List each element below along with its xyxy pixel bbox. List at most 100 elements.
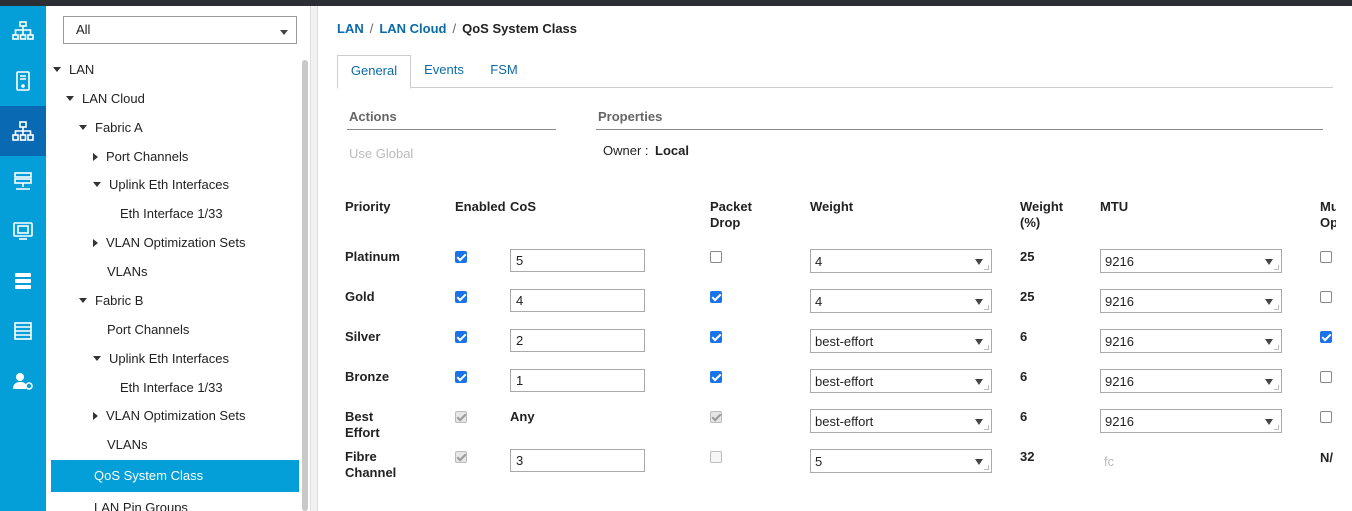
packet-drop-checkbox[interactable] xyxy=(710,371,722,383)
tree-item-fabric-a[interactable]: Fabric A xyxy=(79,118,143,138)
packet-drop-checkbox[interactable] xyxy=(710,251,722,263)
nav-scrollbar[interactable] xyxy=(302,60,308,511)
row-priority: Best Effort xyxy=(345,409,380,440)
tree-item-lan-cloud[interactable]: LAN Cloud xyxy=(66,89,145,109)
enabled-checkbox[interactable] xyxy=(455,291,467,303)
weight-select[interactable]: 5 xyxy=(810,449,992,473)
tree-item-qos-system-class[interactable]: QoS System Class xyxy=(51,460,299,492)
mtu-select[interactable]: 9216 xyxy=(1100,289,1282,313)
equipment-icon[interactable] xyxy=(0,6,46,56)
cos-input[interactable] xyxy=(510,249,645,272)
multicast-checkbox[interactable] xyxy=(1320,251,1332,263)
weight-value: best-effort xyxy=(815,414,874,429)
mtu-select[interactable]: 9216 xyxy=(1100,369,1282,393)
chevron-down-icon xyxy=(280,30,288,35)
multicast-checkbox[interactable] xyxy=(1320,331,1332,343)
mtu-select[interactable]: 9216 xyxy=(1100,409,1282,433)
enabled-checkbox[interactable] xyxy=(455,251,467,263)
tree-item-label: VLANs xyxy=(107,437,148,452)
tree-item-vlan-opt-b[interactable]: VLAN Optimization Sets xyxy=(93,406,245,426)
tab-general[interactable]: General xyxy=(337,55,411,89)
tree-item-uplink-eth-b[interactable]: Uplink Eth Interfaces xyxy=(93,349,229,369)
admin-icon[interactable] xyxy=(0,356,46,406)
collapse-arrow-icon[interactable] xyxy=(93,153,98,161)
tree-item-vlans-a[interactable]: VLANs xyxy=(107,262,147,282)
panel-splitter[interactable] xyxy=(310,6,318,511)
cos-input[interactable] xyxy=(510,449,645,472)
weight-value: 4 xyxy=(815,294,823,309)
servers-icon[interactable] xyxy=(0,56,46,106)
breadcrumb-current: QoS System Class xyxy=(462,21,578,36)
enabled-checkbox[interactable] xyxy=(455,331,467,343)
tree-item-vlan-opt-a[interactable]: VLAN Optimization Sets xyxy=(93,233,245,253)
header-multicast: Mu Op xyxy=(1320,199,1336,230)
collapse-arrow-icon[interactable] xyxy=(93,239,98,247)
weight-select[interactable]: best-effort xyxy=(810,369,992,393)
row-priority: Platinum xyxy=(345,249,400,264)
tab-events[interactable]: Events xyxy=(417,55,471,88)
multicast-value: N/ xyxy=(1320,450,1333,465)
resize-grip-icon xyxy=(984,345,989,350)
chevron-down-icon xyxy=(975,339,983,345)
tree-item-eth-interface-a[interactable]: Eth Interface 1/33 xyxy=(120,204,223,224)
mtu-value: 9216 xyxy=(1105,294,1134,309)
chevron-down-icon xyxy=(975,459,983,465)
cos-input[interactable] xyxy=(510,289,645,312)
enabled-checkbox[interactable] xyxy=(455,371,467,383)
weight-select[interactable]: 4 xyxy=(810,289,992,313)
chassis-icon[interactable] xyxy=(0,306,46,356)
weight-percent: 6 xyxy=(1020,369,1028,384)
tree-item-uplink-eth-a[interactable]: Uplink Eth Interfaces xyxy=(93,175,229,195)
chevron-down-icon xyxy=(975,419,983,425)
weight-select[interactable]: 4 xyxy=(810,249,992,273)
weight-percent: 32 xyxy=(1020,449,1035,464)
breadcrumb: LAN / LAN Cloud / QoS System Class xyxy=(337,21,577,36)
packet-drop-checkbox[interactable] xyxy=(710,291,722,303)
weight-select[interactable]: best-effort xyxy=(810,409,992,433)
vm-icon[interactable] xyxy=(0,206,46,256)
breadcrumb-link-lan[interactable]: LAN xyxy=(337,21,364,36)
tree-item-port-channels-a[interactable]: Port Channels xyxy=(93,147,188,167)
breadcrumb-link-lan-cloud[interactable]: LAN Cloud xyxy=(379,21,446,36)
tree-item-lan[interactable]: LAN xyxy=(53,60,94,80)
nav-filter-select[interactable]: All xyxy=(63,16,297,44)
tree-item-label: VLAN Optimization Sets xyxy=(106,408,246,423)
expand-arrow-icon[interactable] xyxy=(66,96,74,101)
mtu-value: 9216 xyxy=(1105,374,1134,389)
multicast-checkbox[interactable] xyxy=(1320,371,1332,383)
mtu-select[interactable]: 9216 xyxy=(1100,329,1282,353)
packet-drop-checkbox[interactable] xyxy=(710,331,722,343)
tree-item-lan-pin-groups[interactable]: LAN Pin Groups xyxy=(94,498,188,511)
resize-grip-icon xyxy=(1274,425,1279,430)
multicast-checkbox[interactable] xyxy=(1320,411,1332,423)
owner-value: Local xyxy=(655,143,689,158)
expand-arrow-icon[interactable] xyxy=(93,356,101,361)
tree-item-vlans-b[interactable]: VLANs xyxy=(107,435,147,455)
expand-arrow-icon[interactable] xyxy=(93,182,101,187)
chevron-down-icon xyxy=(1265,259,1273,265)
resize-grip-icon xyxy=(984,385,989,390)
mtu-select[interactable]: 9216 xyxy=(1100,249,1282,273)
san-icon[interactable] xyxy=(0,156,46,206)
tree-item-eth-interface-b[interactable]: Eth Interface 1/33 xyxy=(120,378,223,398)
breadcrumb-separator: / xyxy=(452,21,457,36)
chevron-down-icon xyxy=(1265,299,1273,305)
packet-drop-checkbox xyxy=(710,451,722,463)
expand-arrow-icon[interactable] xyxy=(53,67,61,72)
cos-input[interactable] xyxy=(510,369,645,392)
tree-item-label: Port Channels xyxy=(106,149,189,164)
resize-grip-icon xyxy=(1274,345,1279,350)
tree-item-fabric-b[interactable]: Fabric B xyxy=(79,291,143,311)
storage-icon[interactable] xyxy=(0,256,46,306)
tree-item-label: LAN Cloud xyxy=(82,91,145,106)
multicast-checkbox[interactable] xyxy=(1320,291,1332,303)
weight-select[interactable]: best-effort xyxy=(810,329,992,353)
collapse-arrow-icon[interactable] xyxy=(93,412,98,420)
tab-fsm[interactable]: FSM xyxy=(483,55,525,88)
nav-scrollbar-thumb[interactable] xyxy=(302,60,308,511)
lan-icon[interactable] xyxy=(0,106,46,156)
cos-input[interactable] xyxy=(510,329,645,352)
tree-item-port-channels-b[interactable]: Port Channels xyxy=(107,320,189,340)
expand-arrow-icon[interactable] xyxy=(79,298,87,303)
expand-arrow-icon[interactable] xyxy=(79,125,87,130)
